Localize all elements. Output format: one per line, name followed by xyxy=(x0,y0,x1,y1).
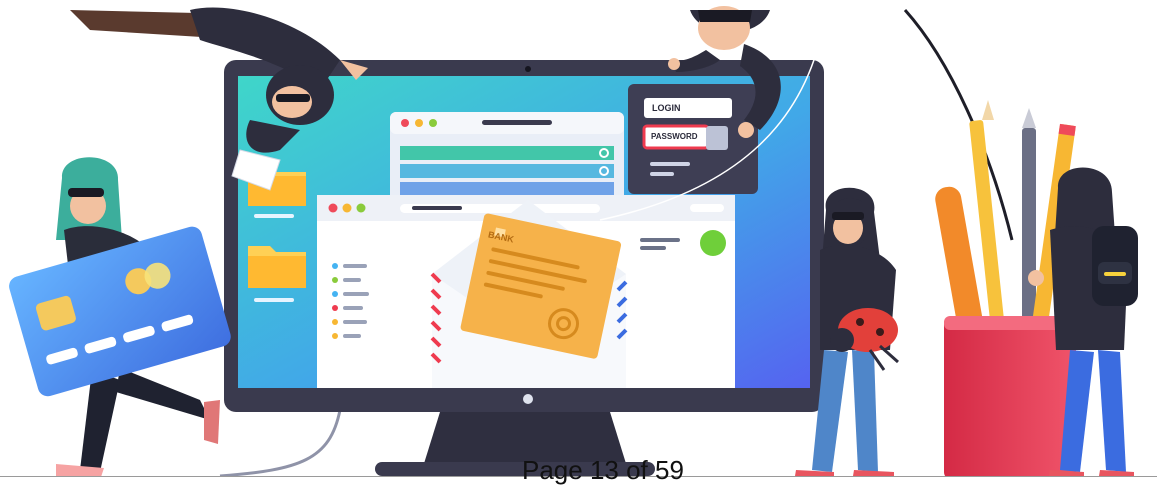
credit-card-icon xyxy=(9,226,231,397)
password-label: PASSWORD xyxy=(651,132,698,141)
key-icon xyxy=(706,126,728,150)
table-window xyxy=(390,112,624,202)
login-label: LOGIN xyxy=(652,103,681,113)
hackers-illustration: LOGIN PASSWORD BANK xyxy=(0,0,1157,489)
page-number: Page 13 of 59 xyxy=(522,455,684,485)
power-button-icon xyxy=(523,394,533,404)
page-footer: Page 13 of 59 xyxy=(0,455,1157,490)
avatar xyxy=(700,230,726,256)
monitor-cable xyxy=(219,409,342,478)
